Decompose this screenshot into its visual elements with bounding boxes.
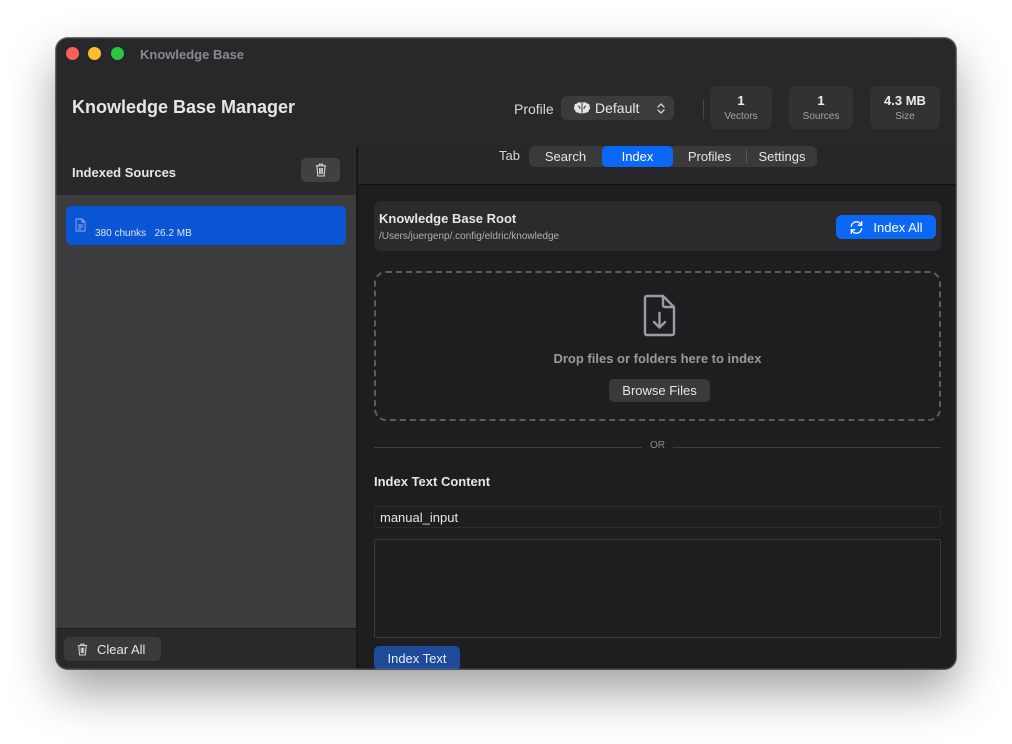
- brain-icon: [573, 102, 591, 114]
- index-all-button[interactable]: Index All: [836, 215, 936, 239]
- or-divider: OR: [374, 440, 941, 454]
- knowledge-root-path: /Users/juergenp/.config/eldric/knowledge: [379, 231, 560, 242]
- or-divider-line-right: [673, 447, 941, 448]
- file-drop-zone[interactable]: Drop files or folders here to index Brow…: [374, 271, 941, 421]
- sidebar-footer: Clear All: [56, 628, 356, 669]
- profile-select[interactable]: Default: [561, 96, 674, 120]
- or-label: OR: [650, 440, 665, 451]
- refresh-icon: [851, 220, 863, 234]
- stat-vectors-label: Vectors: [724, 111, 758, 122]
- stat-size: 4.3 MB Size: [870, 86, 940, 129]
- tab-segmented-control: Search Index Profiles Settings: [529, 146, 817, 167]
- tab-index[interactable]: Index: [602, 146, 673, 167]
- zoom-window-button[interactable]: [111, 47, 124, 60]
- stat-size-label: Size: [895, 111, 915, 122]
- tab-profiles[interactable]: Profiles: [673, 146, 746, 167]
- trash-icon: [77, 643, 88, 656]
- knowledge-root-card: Knowledge Base Root /Users/juergenp/.con…: [374, 201, 941, 251]
- document-icon: [75, 218, 86, 232]
- sidebar-header: Indexed Sources: [56, 146, 356, 195]
- tab-picker-label: Tab: [499, 148, 520, 163]
- drop-zone-text: Drop files or folders here to index: [553, 351, 762, 366]
- tab-bar: Tab Search Index Profiles Settings: [358, 146, 956, 185]
- clear-all-label: Clear All: [97, 641, 146, 657]
- text-content-editor[interactable]: [374, 539, 941, 638]
- app-window: Knowledge Base Knowledge Base Manager Pr…: [56, 38, 956, 669]
- stat-vectors: 1 Vectors: [710, 86, 772, 129]
- sidebar: Indexed Sources 380 chunks 26.2 MB Clear…: [56, 146, 356, 669]
- trash-icon: [315, 163, 326, 177]
- close-window-button[interactable]: [66, 47, 79, 60]
- index-text-heading: Index Text Content: [374, 474, 491, 489]
- profile-label: Profile: [514, 101, 554, 117]
- source-chunks: 380 chunks: [95, 228, 147, 239]
- header-divider: [703, 99, 704, 119]
- stat-sources: 1 Sources: [789, 86, 853, 129]
- stat-vectors-value: 1: [737, 93, 745, 108]
- clear-all-button[interactable]: Clear All: [64, 637, 161, 661]
- source-size: 26.2 MB: [154, 228, 192, 239]
- title-bar: Knowledge Base Knowledge Base Manager Pr…: [56, 38, 956, 146]
- profile-select-value: Default: [595, 100, 640, 116]
- index-all-label: Index All: [873, 219, 923, 235]
- sidebar-title: Indexed Sources: [72, 165, 177, 180]
- stat-size-value: 4.3 MB: [884, 93, 926, 108]
- index-text-button[interactable]: Index Text: [374, 646, 460, 669]
- delete-source-button[interactable]: [301, 158, 340, 182]
- stat-sources-value: 1: [817, 93, 825, 108]
- source-list-item[interactable]: 380 chunks 26.2 MB: [66, 206, 346, 245]
- source-meta: 380 chunks 26.2 MB: [95, 228, 192, 239]
- knowledge-root-title: Knowledge Base Root: [379, 211, 517, 226]
- document-download-icon: [643, 294, 676, 337]
- stat-sources-label: Sources: [802, 111, 840, 122]
- app-title: Knowledge Base Manager: [72, 97, 296, 117]
- tab-search[interactable]: Search: [529, 146, 602, 167]
- main-panel: Tab Search Index Profiles Settings Knowl…: [357, 146, 956, 669]
- browse-files-button[interactable]: Browse Files: [609, 379, 710, 402]
- tab-settings[interactable]: Settings: [747, 146, 817, 167]
- source-name-input[interactable]: [374, 506, 941, 528]
- chevron-updown-icon: [657, 103, 665, 114]
- window-title: Knowledge Base: [140, 47, 245, 62]
- minimize-window-button[interactable]: [88, 47, 101, 60]
